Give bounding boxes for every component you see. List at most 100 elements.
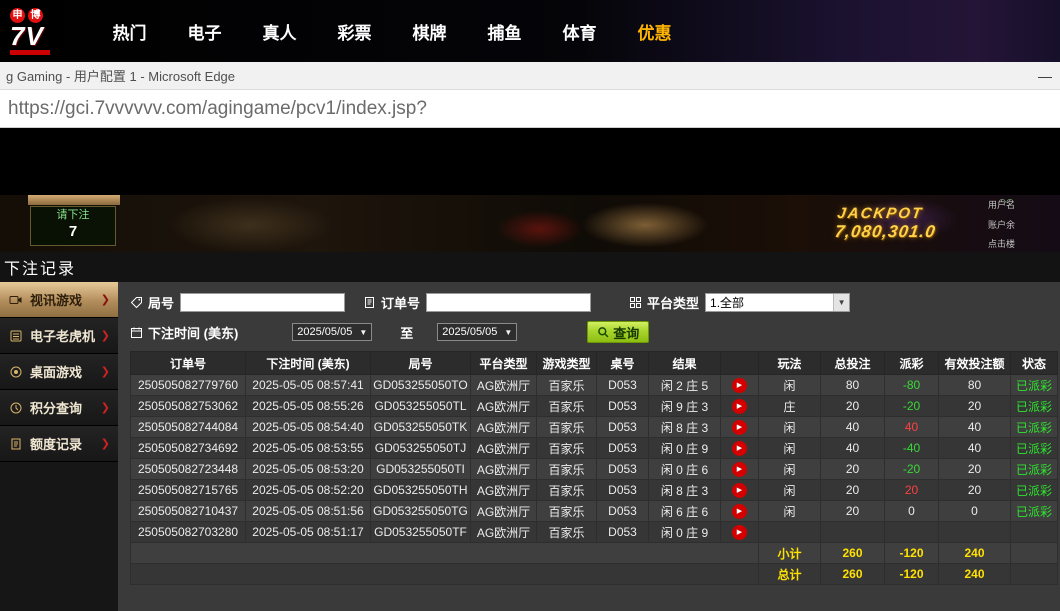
platform-select[interactable]: 1.全部 ▼ bbox=[705, 293, 850, 312]
table-cell: 闲 0 庄 9 bbox=[649, 522, 721, 543]
total-bet-cell: 40 bbox=[821, 438, 885, 459]
valid-bet-cell: 20 bbox=[939, 480, 1011, 501]
sidebar-item-label: 视讯游戏 bbox=[30, 290, 82, 309]
chevron-right-icon: ❯ bbox=[101, 437, 110, 450]
video-play-button[interactable]: ▶ bbox=[732, 504, 747, 519]
play-type-cell: 闲 bbox=[759, 459, 821, 480]
video-play-button[interactable]: ▶ bbox=[732, 420, 747, 435]
nav-item-5[interactable]: 捕鱼 bbox=[467, 19, 542, 44]
total-bet-cell: 20 bbox=[821, 396, 885, 417]
table-row: 2505050827157652025-05-05 08:52:20GD0532… bbox=[131, 480, 1058, 501]
video-icon bbox=[9, 293, 25, 307]
table-cell: 250505082715765 bbox=[131, 480, 246, 501]
nav-item-3[interactable]: 彩票 bbox=[317, 19, 392, 44]
chevron-down-icon: ▼ bbox=[833, 294, 849, 311]
table-cell: 百家乐 bbox=[537, 480, 597, 501]
table-cell: AG欧洲厅 bbox=[471, 396, 537, 417]
video-play-button[interactable]: ▶ bbox=[732, 378, 747, 393]
order-input[interactable] bbox=[426, 293, 591, 312]
video-play-button[interactable]: ▶ bbox=[732, 462, 747, 477]
magnifier-icon bbox=[597, 326, 610, 339]
game-banner: 请下注 7 JACKPOT 7,080,301.0 ◠◠ 用户名账户余点击楼 bbox=[0, 128, 1060, 252]
jackpot-value: 7,080,301.0 bbox=[833, 222, 937, 242]
nav-item-2[interactable]: 真人 bbox=[242, 19, 317, 44]
video-play-button[interactable]: ▶ bbox=[732, 525, 747, 540]
banner-side-info: 用户名账户余点击楼 bbox=[988, 198, 1060, 250]
round-input[interactable] bbox=[180, 293, 345, 312]
video-cell: ▶ bbox=[721, 480, 759, 501]
video-cell: ▶ bbox=[721, 501, 759, 522]
column-header: 订单号 bbox=[131, 352, 246, 375]
sidebar-item-label: 电子老虎机 bbox=[30, 326, 95, 345]
document-icon bbox=[363, 296, 376, 309]
video-play-button[interactable]: ▶ bbox=[732, 441, 747, 456]
site-logo[interactable]: 申 博 7V bbox=[0, 8, 92, 55]
banner-side-line: 账户余 bbox=[988, 218, 1060, 231]
valid-bet-cell: 20 bbox=[939, 396, 1011, 417]
address-bar[interactable]: https://gci.7vvvvvv.com/agingame/pcv1/in… bbox=[0, 90, 1060, 128]
content-area: 视讯游戏❯电子老虎机❯桌面游戏❯积分查询❯额度记录❯ 局号 订单号 平台类型 1… bbox=[0, 282, 1060, 611]
jackpot-label: JACKPOT bbox=[836, 205, 939, 222]
nav-item-6[interactable]: 体育 bbox=[542, 19, 617, 44]
table-cell: D053 bbox=[597, 375, 649, 396]
calendar-icon bbox=[130, 326, 143, 339]
points-icon bbox=[9, 401, 25, 415]
sidebar: 视讯游戏❯电子老虎机❯桌面游戏❯积分查询❯额度记录❯ bbox=[0, 282, 118, 611]
video-cell: ▶ bbox=[721, 417, 759, 438]
table-cell: 250505082744084 bbox=[131, 417, 246, 438]
table-cell: 闲 2 庄 5 bbox=[649, 375, 721, 396]
table-cell: D053 bbox=[597, 501, 649, 522]
video-play-button[interactable]: ▶ bbox=[732, 483, 747, 498]
nav-item-0[interactable]: 热门 bbox=[92, 19, 167, 44]
records-icon bbox=[9, 437, 25, 451]
url-text[interactable]: https://gci.7vvvvvv.com/agingame/pcv1/in… bbox=[0, 98, 427, 120]
table-body: 2505050827797602025-05-05 08:57:41GD0532… bbox=[131, 375, 1058, 585]
total-bet-cell: 40 bbox=[821, 417, 885, 438]
status-cell: 已派彩 bbox=[1011, 396, 1058, 417]
bet-countdown-box: 请下注 7 bbox=[30, 206, 116, 246]
total-bet-cell: 20 bbox=[821, 480, 885, 501]
subtotal-row-label: 小计 bbox=[759, 543, 821, 564]
play-type-cell: 闲 bbox=[759, 501, 821, 522]
table-cell: 2025-05-05 08:53:20 bbox=[246, 459, 371, 480]
table-cell: GD053255050TK bbox=[371, 417, 471, 438]
date-to-select[interactable]: 2025/05/05 ▼ bbox=[437, 323, 517, 341]
sidebar-item-1[interactable]: 电子老虎机❯ bbox=[0, 318, 118, 354]
video-play-button[interactable]: ▶ bbox=[732, 399, 747, 414]
date-from-select[interactable]: 2025/05/05 ▼ bbox=[292, 323, 372, 341]
table-cell: 百家乐 bbox=[537, 438, 597, 459]
table-cell: 闲 8 庄 3 bbox=[649, 417, 721, 438]
table-cell: AG欧洲厅 bbox=[471, 417, 537, 438]
table-cell: 250505082710437 bbox=[131, 501, 246, 522]
logo-text: 7V bbox=[10, 23, 44, 49]
video-cell: ▶ bbox=[721, 375, 759, 396]
order-label: 订单号 bbox=[381, 293, 420, 312]
status-cell: 已派彩 bbox=[1011, 417, 1058, 438]
table-cell: D053 bbox=[597, 396, 649, 417]
nav-item-4[interactable]: 棋牌 bbox=[392, 19, 467, 44]
grand-total-row-payout: -120 bbox=[885, 564, 939, 585]
table-cell: 闲 9 庄 3 bbox=[649, 396, 721, 417]
table-cell: 250505082703280 bbox=[131, 522, 246, 543]
sidebar-item-2[interactable]: 桌面游戏❯ bbox=[0, 354, 118, 390]
page-title: 下注记录 bbox=[0, 255, 76, 279]
sidebar-item-4[interactable]: 额度记录❯ bbox=[0, 426, 118, 462]
grid-icon bbox=[629, 296, 642, 309]
video-cell: ▶ bbox=[721, 438, 759, 459]
status-cell bbox=[1011, 522, 1058, 543]
bet-records-table: 订单号下注时间 (美东)局号平台类型游戏类型桌号结果玩法总投注派彩有效投注额状态… bbox=[130, 351, 1058, 585]
sidebar-item-3[interactable]: 积分查询❯ bbox=[0, 390, 118, 426]
table-cell: 2025-05-05 08:52:20 bbox=[246, 480, 371, 501]
search-button[interactable]: 查询 bbox=[587, 321, 649, 343]
nav-item-7[interactable]: 优惠 bbox=[617, 19, 692, 44]
search-button-label: 查询 bbox=[613, 323, 639, 342]
minimize-button[interactable]: — bbox=[1030, 68, 1060, 84]
subtotal-row-total-bet: 260 bbox=[821, 543, 885, 564]
page-title-bar: 下注记录 bbox=[0, 252, 1060, 282]
empty-cell bbox=[131, 564, 759, 585]
play-type-cell: 闲 bbox=[759, 417, 821, 438]
table-cell: 2025-05-05 08:51:17 bbox=[246, 522, 371, 543]
nav-item-1[interactable]: 电子 bbox=[167, 19, 242, 44]
sidebar-item-0[interactable]: 视讯游戏❯ bbox=[0, 282, 118, 318]
column-header: 有效投注额 bbox=[939, 352, 1011, 375]
